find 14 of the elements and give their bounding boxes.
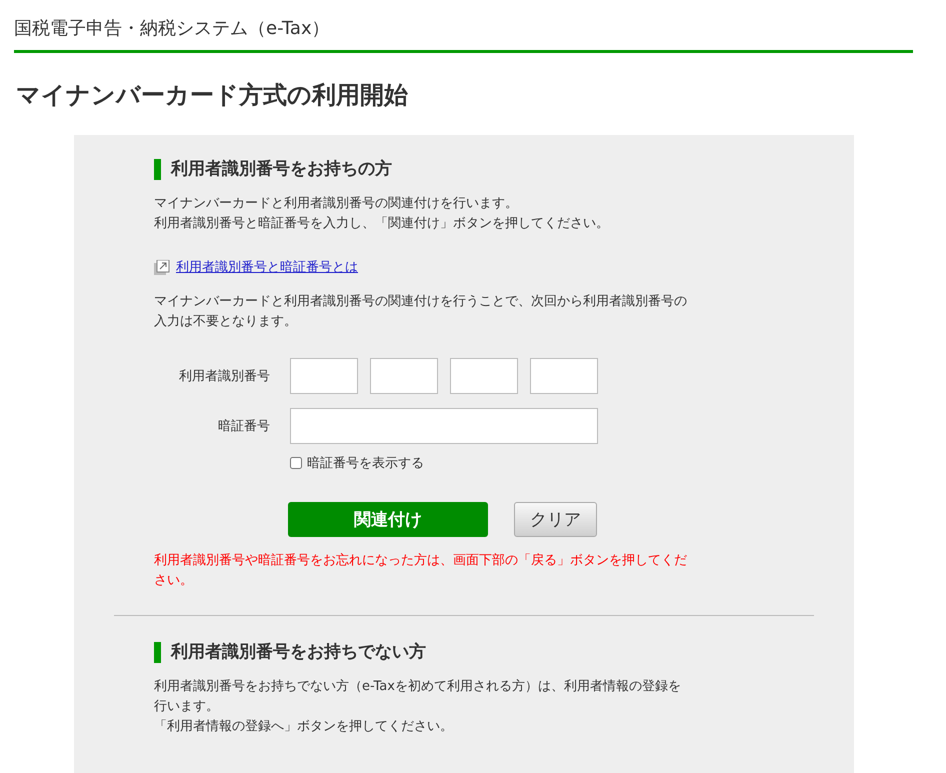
intro-text: マイナンバーカードと利用者識別番号の関連付けを行います。 利用者識別番号と暗証番号を入力し、「関連付け」ボタンを押してください。 <box>154 195 610 233</box>
section-heading: 利用者識別番号をお持ちでない方 <box>154 642 774 663</box>
field-label: 利用者識別番号 <box>178 368 270 385</box>
clear-button[interactable]: クリア <box>514 502 597 537</box>
field-label: 暗証番号 <box>217 418 270 435</box>
warning-text: 利用者識別番号や暗証番号をお忘れになった方は、画面下部の「戻る」ボタンを押してくだ さい。 <box>154 552 688 590</box>
checkbox-label: 暗証番号を表示する <box>307 455 424 472</box>
body-text: 利用者識別番号をお持ちでない方（e-Taxを初めて利用される方）は、利用者情報の登録を 行います。 「利用者情報の登録へ」ボタンを押してください。 <box>154 678 682 736</box>
help-link[interactable]: 利用者識別番号と暗証番号とは <box>176 258 358 276</box>
note-text: マイナンバーカードと利用者識別番号の関連付けを行うことで、次回から利用者識別番号の 入力は不要となります。 <box>154 293 688 331</box>
link-button[interactable]: 関連付け <box>288 502 488 537</box>
section-heading: 利用者識別番号をお持ちの方 <box>154 159 774 180</box>
page-title: マイナンバーカード方式の利用開始 <box>16 80 409 111</box>
site-title: 国税電子申告・納税システム（e-Tax） <box>14 17 331 40</box>
